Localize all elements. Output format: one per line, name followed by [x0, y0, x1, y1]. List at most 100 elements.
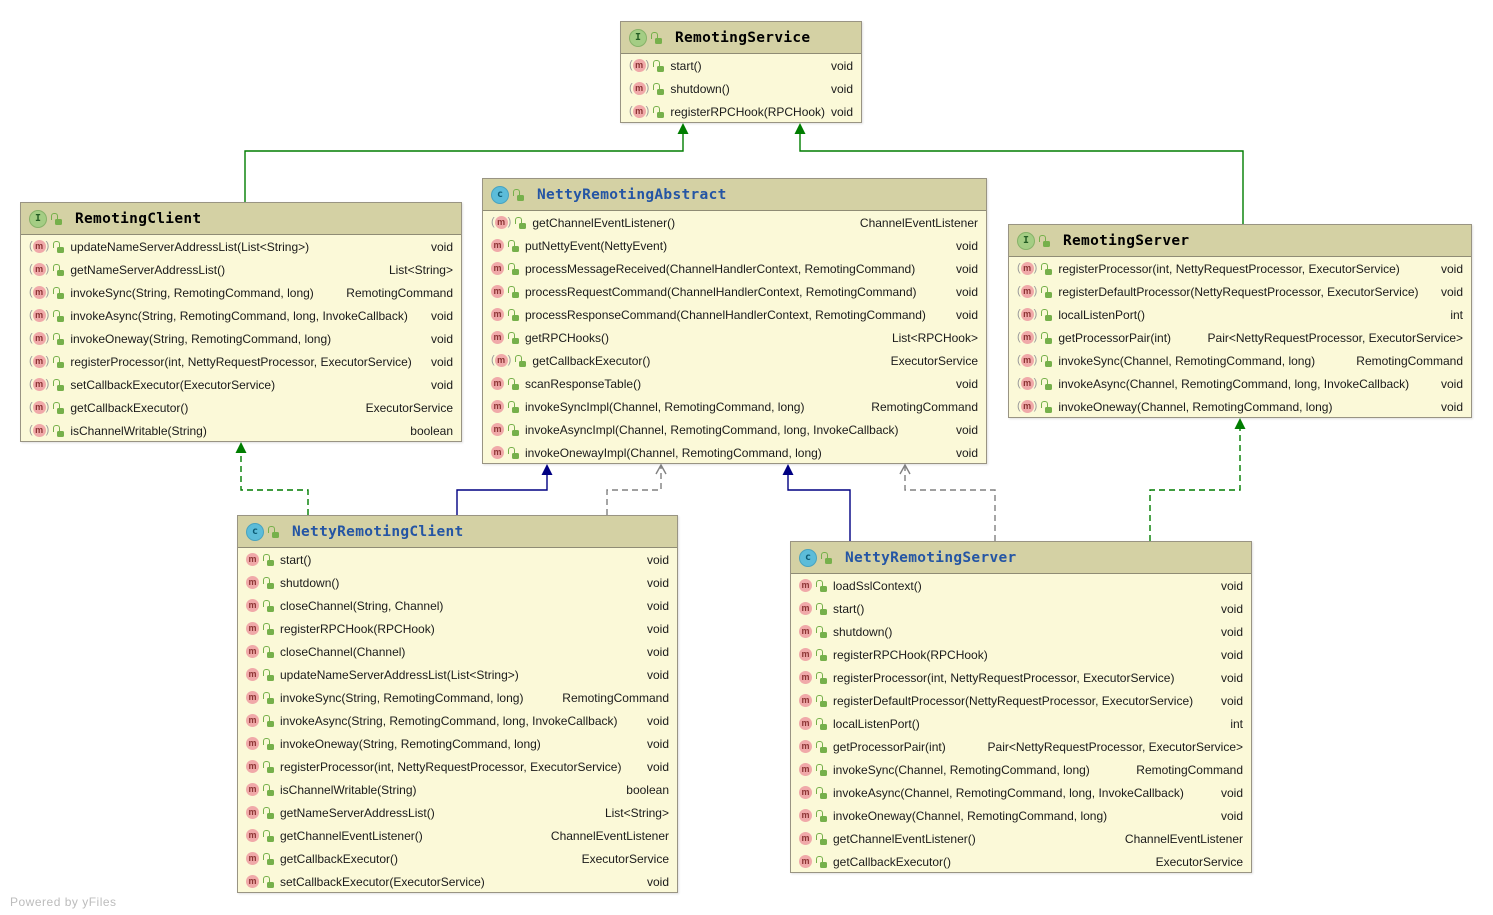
lock-open-icon [515, 217, 526, 229]
class-node-remotingclient[interactable]: IRemotingClient(m)updateNameServerAddres… [20, 202, 462, 442]
edge-line[interactable] [788, 473, 850, 541]
class-node-nettyremotingabstract[interactable]: cNettyRemotingAbstract(m)getChannelEvent… [482, 178, 987, 464]
method-row[interactable]: (m)setCallbackExecutor(ExecutorService)v… [21, 373, 461, 396]
method-row[interactable]: mregisterDefaultProcessor(NettyRequestPr… [791, 689, 1251, 712]
method-icon: m [799, 809, 812, 822]
abstract-paren: ) [1034, 331, 1038, 344]
method-signature: mshutdown() [799, 625, 892, 639]
method-row[interactable]: mregisterProcessor(int, NettyRequestProc… [238, 755, 677, 778]
method-icon: m [799, 648, 812, 661]
method-row[interactable]: mregisterRPCHook(RPCHook)void [791, 643, 1251, 666]
class-header-remotingserver[interactable]: IRemotingServer [1009, 225, 1471, 257]
class-header-nettyremotingclient[interactable]: cNettyRemotingClient [238, 516, 677, 548]
method-row[interactable]: mlocalListenPort()int [791, 712, 1251, 735]
method-row[interactable]: minvokeAsyncImpl(Channel, RemotingComman… [483, 418, 986, 441]
method-row[interactable]: (m)getChannelEventListener()ChannelEvent… [483, 211, 986, 234]
edge-line[interactable] [241, 451, 308, 515]
method-row[interactable]: (m)registerDefaultProcessor(NettyRequest… [1009, 280, 1471, 303]
method-row[interactable]: misChannelWritable(String)boolean [238, 778, 677, 801]
method-row[interactable]: minvokeOnewayImpl(Channel, RemotingComma… [483, 441, 986, 464]
class-node-remotingservice[interactable]: IRemotingService(m)start()void(m)shutdow… [620, 21, 862, 123]
method-row[interactable]: mregisterProcessor(int, NettyRequestProc… [791, 666, 1251, 689]
method-row[interactable]: (m)shutdown()void [621, 77, 861, 100]
edge-line[interactable] [1150, 427, 1240, 541]
class-title: RemotingServer [1063, 233, 1189, 249]
method-row[interactable]: mshutdown()void [791, 620, 1251, 643]
method-row[interactable]: minvokeOneway(Channel, RemotingCommand, … [791, 804, 1251, 827]
method-icon: (m) [29, 424, 49, 437]
method-return-type: void [1441, 400, 1463, 414]
method-row[interactable]: mgetProcessorPair(int)Pair<NettyRequestP… [791, 735, 1251, 758]
method-row[interactable]: mshutdown()void [238, 571, 677, 594]
method-row[interactable]: (m)localListenPort() int [1009, 303, 1471, 326]
method-icon-glyph: m [495, 216, 508, 229]
method-icon-glyph: m [1021, 400, 1034, 413]
method-row[interactable]: minvokeAsync(String, RemotingCommand, lo… [238, 709, 677, 732]
method-icon-glyph: m [33, 309, 46, 322]
edge-line[interactable] [457, 473, 547, 515]
method-row[interactable]: (m)invokeSync(Channel, RemotingCommand, … [1009, 349, 1471, 372]
method-row[interactable]: (m)invokeAsync(Channel, RemotingCommand,… [1009, 372, 1471, 395]
method-return-type: List<String> [389, 263, 453, 277]
method-icon-glyph: m [246, 691, 259, 704]
method-row[interactable]: minvokeSync(Channel, RemotingCommand, lo… [791, 758, 1251, 781]
method-row[interactable]: mgetChannelEventListener()ChannelEventLi… [791, 827, 1251, 850]
method-row[interactable]: (m)invokeOneway(Channel, RemotingCommand… [1009, 395, 1471, 418]
method-row[interactable]: mcloseChannel(Channel)void [238, 640, 677, 663]
method-row[interactable]: mstart()void [791, 597, 1251, 620]
method-name: start() [670, 59, 701, 73]
method-return-type: int [1450, 308, 1463, 322]
method-row[interactable]: mscanResponseTable()void [483, 372, 986, 395]
class-header-remotingclient[interactable]: IRemotingClient [21, 203, 461, 235]
method-row[interactable]: msetCallbackExecutor(ExecutorService)voi… [238, 870, 677, 893]
method-row[interactable]: mregisterRPCHook(RPCHook)void [238, 617, 677, 640]
method-row[interactable]: (m)getNameServerAddressList()List<String… [21, 258, 461, 281]
class-header-nettyremotingserver[interactable]: cNettyRemotingServer [791, 542, 1251, 574]
method-row[interactable]: mstart()void [238, 548, 677, 571]
method-icon-glyph: m [799, 579, 812, 592]
method-row[interactable]: mloadSslContext()void [791, 574, 1251, 597]
method-row[interactable]: mprocessMessageReceived(ChannelHandlerCo… [483, 257, 986, 280]
method-row[interactable]: mprocessRequestCommand(ChannelHandlerCon… [483, 280, 986, 303]
class-node-remotingserver[interactable]: IRemotingServer(m)registerProcessor(int,… [1008, 224, 1472, 418]
method-row[interactable]: mgetNameServerAddressList()List<String> [238, 801, 677, 824]
edge-line[interactable] [607, 465, 661, 515]
method-row[interactable]: (m)invokeSync(String, RemotingCommand, l… [21, 281, 461, 304]
method-return-type: Pair<NettyRequestProcessor, ExecutorServ… [988, 740, 1243, 754]
method-row[interactable]: mgetRPCHooks()List<RPCHook> [483, 326, 986, 349]
method-name: invokeSync(String, RemotingCommand, long… [280, 691, 523, 705]
method-row[interactable]: mupdateNameServerAddressList(List<String… [238, 663, 677, 686]
method-row[interactable]: (m)registerRPCHook(RPCHook)void [621, 100, 861, 123]
class-node-nettyremotingserver[interactable]: cNettyRemotingServermloadSslContext()voi… [790, 541, 1252, 873]
method-row[interactable]: (m)registerProcessor(int, NettyRequestPr… [21, 350, 461, 373]
method-row[interactable]: (m)getCallbackExecutor()ExecutorService [21, 396, 461, 419]
method-row[interactable]: minvokeOneway(String, RemotingCommand, l… [238, 732, 677, 755]
method-row[interactable]: mgetCallbackExecutor()ExecutorService [791, 850, 1251, 873]
method-row[interactable]: (m)start()void [621, 54, 861, 77]
method-row[interactable]: mcloseChannel(String, Channel)void [238, 594, 677, 617]
method-row[interactable]: (m)getProcessorPair(int)Pair<NettyReques… [1009, 326, 1471, 349]
method-signature: mregisterRPCHook(RPCHook) [246, 622, 435, 636]
method-row[interactable]: mputNettyEvent(NettyEvent)void [483, 234, 986, 257]
method-row[interactable]: (m)invokeAsync(String, RemotingCommand, … [21, 304, 461, 327]
method-row[interactable]: m invokeSync(String, RemotingCommand, lon… [238, 686, 677, 709]
method-row[interactable]: (m)isChannelWritable(String)boolean [21, 419, 461, 442]
method-row[interactable]: (m)updateNameServerAddressList(List<Stri… [21, 235, 461, 258]
method-signature: (m)localListenPort() [1017, 308, 1145, 322]
edge-line[interactable] [905, 465, 995, 541]
method-row[interactable]: (m)getCallbackExecutor()ExecutorService [483, 349, 986, 372]
method-return-type: ExecutorService [891, 354, 978, 368]
class-node-nettyremotingclient[interactable]: cNettyRemotingClientmstart()voidmshutdow… [237, 515, 678, 893]
class-header-remotingservice[interactable]: IRemotingService [621, 22, 861, 54]
method-row[interactable]: (m)registerProcessor(int, NettyRequestPr… [1009, 257, 1471, 280]
method-row[interactable]: mgetCallbackExecutor()ExecutorService [238, 847, 677, 870]
method-return-type: void [431, 332, 453, 346]
method-icon: m [246, 576, 259, 589]
method-row[interactable]: mprocessResponseCommand(ChannelHandlerCo… [483, 303, 986, 326]
method-row[interactable]: minvokeAsync(Channel, RemotingCommand, l… [791, 781, 1251, 804]
method-row[interactable]: (m)invokeOneway(String, RemotingCommand,… [21, 327, 461, 350]
method-row[interactable]: minvokeSyncImpl(Channel, RemotingCommand… [483, 395, 986, 418]
class-header-nettyremotingabstract[interactable]: cNettyRemotingAbstract [483, 179, 986, 211]
method-row[interactable]: mgetChannelEventListener()ChannelEventLi… [238, 824, 677, 847]
lock-open-icon [816, 718, 827, 730]
